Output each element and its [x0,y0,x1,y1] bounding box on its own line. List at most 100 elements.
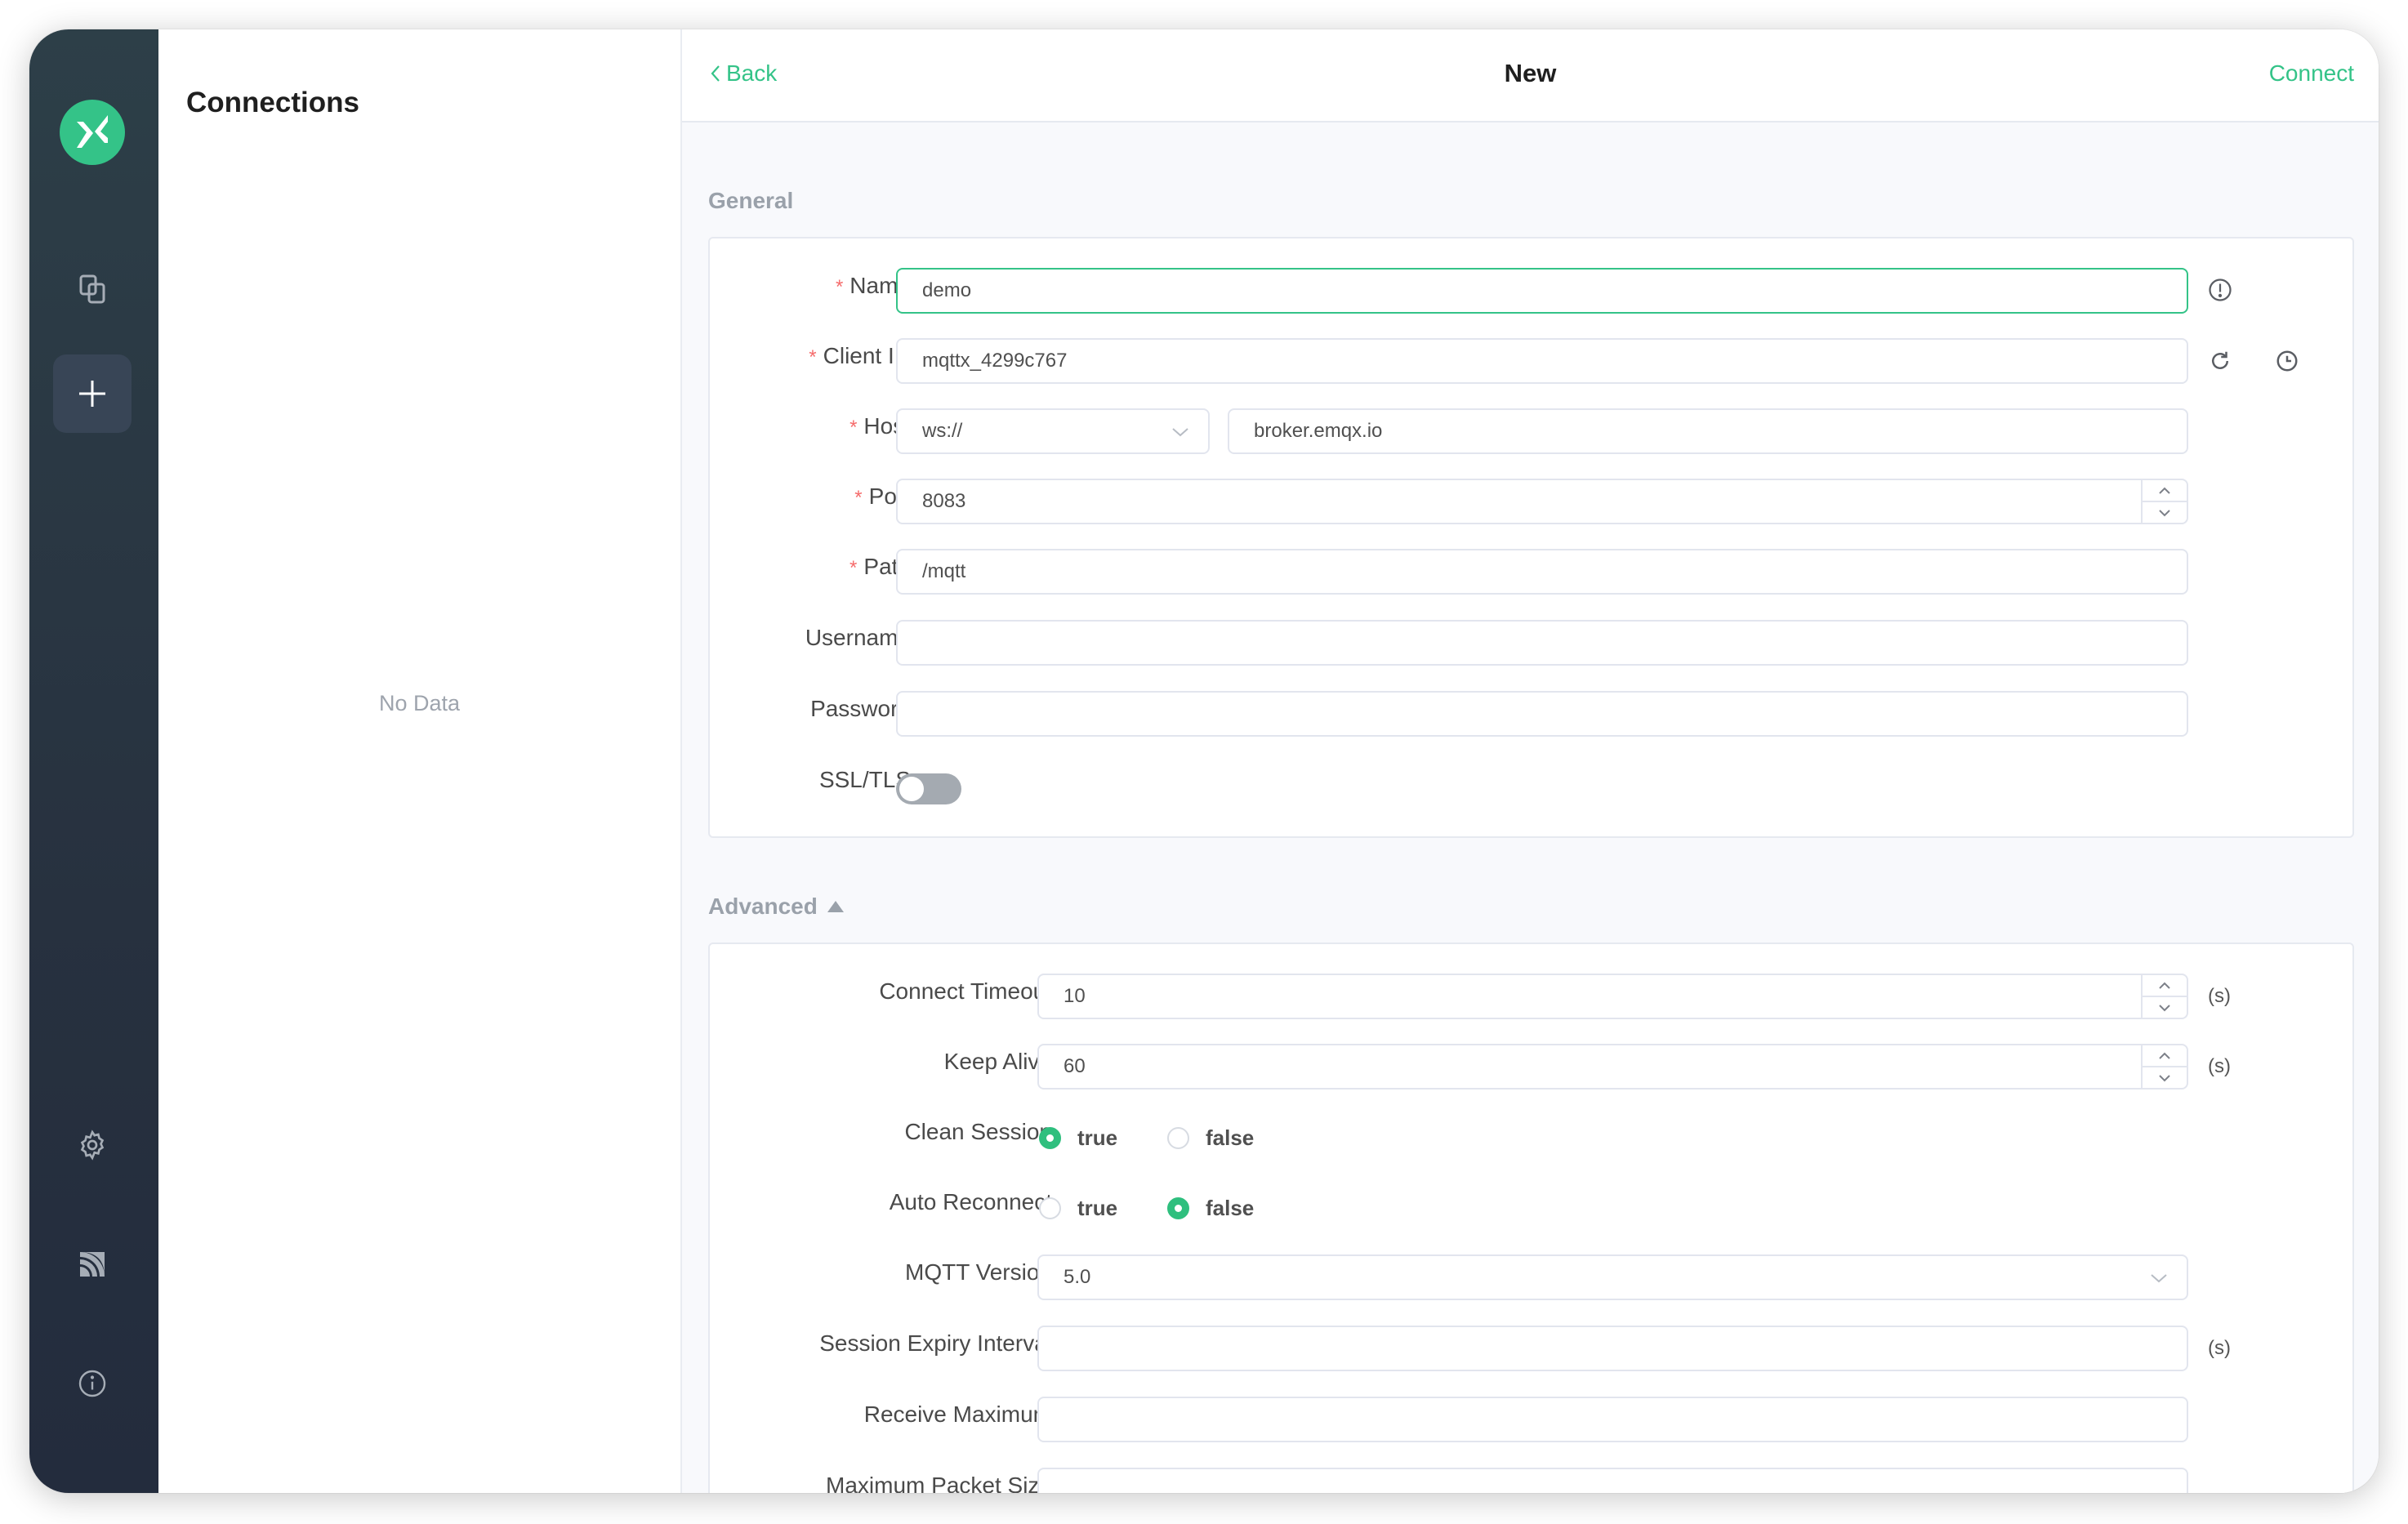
auto-reconnect-label: Auto Reconnect [889,1189,1052,1214]
mqtt-version-row: MQTT Version 5.0 [710,1254,2352,1300]
general-card: * Name demo * Client ID mqttx_4299c767 *… [708,237,2354,838]
chevron-down-icon [1171,423,1190,446]
mqtt-version-select[interactable]: 5.0 [1037,1254,2188,1300]
radio-label: true [1077,1196,1118,1220]
keep-alive-input[interactable]: 60 [1037,1044,2188,1090]
session-expiry-input[interactable] [1037,1326,2188,1371]
name-info-button[interactable] [2208,278,2232,306]
keep-alive-increment[interactable] [2143,1045,2187,1066]
port-stepper [2141,480,2187,523]
auto-reconnect-row: Auto Reconnect true false [710,1184,2352,1230]
connections-panel: Connections No Data [158,29,682,1493]
auto-reconnect-true-radio[interactable]: true [1039,1196,1117,1221]
auto-reconnect-false-radio[interactable]: false [1167,1196,1254,1221]
password-input[interactable] [896,691,2188,737]
max-packet-size-input[interactable] [1037,1468,2188,1493]
advanced-section-title[interactable]: Advanced [708,893,844,920]
name-value: demo [922,279,972,301]
general-title-text: General [708,188,794,213]
mqtt-version-value: 5.0 [1064,1266,1091,1288]
port-decrement-button[interactable] [2143,501,2187,523]
radio-label: false [1206,1125,1255,1150]
refresh-client-id-button[interactable] [2208,349,2232,377]
mqtt-version-label: MQTT Version [905,1259,1052,1285]
name-input[interactable]: demo [896,268,2188,314]
radio-label: true [1077,1125,1118,1150]
keep-alive-row: Keep Alive 60 (s) [710,1044,2352,1090]
chevron-down-icon [2149,1269,2169,1292]
app-window: Connections No Data Back New Connect Gen… [29,29,2379,1493]
host-row: * Host ws:// broker.emqx.io [710,408,2352,454]
receive-maximum-label: Receive Maximum [863,1401,1052,1427]
nav-settings[interactable] [53,1106,132,1184]
connect-timeout-row: Connect Timeout 10 (s) [710,974,2352,1019]
path-value: /mqtt [922,560,966,582]
host-value: broker.emqx.io [1254,420,1383,442]
clean-session-false-radio[interactable]: false [1167,1125,1254,1151]
receive-maximum-input[interactable] [1037,1397,2188,1442]
nav-new-connection[interactable] [53,354,132,433]
nav-connections[interactable] [53,250,132,328]
keep-alive-value: 60 [1064,1055,1086,1077]
advanced-title-text: Advanced [708,893,818,919]
port-value: 8083 [922,490,966,512]
name-row: * Name demo [710,268,2352,314]
host-input[interactable]: broker.emqx.io [1228,408,2188,454]
empty-state: No Data [378,691,461,715]
ssl-toggle[interactable] [896,773,961,804]
username-label: Username [805,625,911,650]
clean-session-true-radio[interactable]: true [1039,1125,1117,1151]
info-icon [2209,279,2232,301]
caret-up-icon[interactable] [827,901,844,912]
radio-dot [1167,1127,1189,1149]
connections-title: Connections [186,87,359,118]
client-id-value: mqttx_4299c767 [922,350,1068,372]
nav-log[interactable] [53,1225,132,1303]
general-section-title: General [708,188,793,214]
path-input[interactable]: /mqtt [896,549,2188,595]
protocol-select[interactable]: ws:// [896,408,1210,454]
session-expiry-label: Session Expiry Interval [819,1330,1052,1356]
receive-maximum-row: Receive Maximum [710,1397,2352,1442]
radio-label: false [1206,1196,1255,1220]
path-row: * Path /mqtt [710,549,2352,595]
keep-alive-decrement[interactable] [2143,1066,2187,1088]
protocol-value: ws:// [922,420,963,442]
keep-alive-label: Keep Alive [943,1049,1052,1074]
refresh-icon [2212,351,2228,369]
connection-form-area: Back New Connect General * Name demo * C… [682,29,2379,1493]
connect-timeout-increment[interactable] [2143,975,2187,996]
chevron-down-icon [2159,509,2170,516]
connections-icon [79,274,105,304]
clock-icon [2276,350,2298,372]
radio-dot [1039,1127,1061,1149]
port-input[interactable]: 8083 [896,479,2188,524]
connect-button[interactable]: Connect [2269,60,2354,87]
gear-icon [80,1130,105,1161]
required-mark: * [849,417,858,439]
keep-alive-stepper [2141,1045,2187,1088]
toggle-knob [899,777,924,801]
client-id-row: * Client ID mqttx_4299c767 [710,338,2352,384]
connect-timeout-value: 10 [1064,985,1086,1007]
advanced-card: Connect Timeout 10 (s) Keep Alive 60 (s)… [708,942,2354,1493]
required-mark: * [849,557,858,579]
connect-timeout-label: Connect Timeout [879,978,1052,1004]
client-id-time-button[interactable] [2275,349,2299,377]
required-mark: * [854,487,863,509]
chevron-down-icon [2159,1074,2170,1081]
required-mark: * [809,346,817,368]
connect-timeout-decrement[interactable] [2143,996,2187,1018]
plus-icon [79,381,105,407]
username-input[interactable] [896,620,2188,666]
mqttx-logo[interactable] [60,100,125,165]
keep-alive-unit: (s) [2208,1055,2231,1077]
page-title: New [1504,59,1557,87]
username-row: Username [710,620,2352,666]
connect-timeout-input[interactable]: 10 [1037,974,2188,1019]
port-increment-button[interactable] [2143,480,2187,501]
nav-about[interactable] [53,1344,132,1423]
radio-dot [1167,1197,1189,1219]
connect-timeout-stepper [2141,975,2187,1018]
client-id-input[interactable]: mqttx_4299c767 [896,338,2188,384]
